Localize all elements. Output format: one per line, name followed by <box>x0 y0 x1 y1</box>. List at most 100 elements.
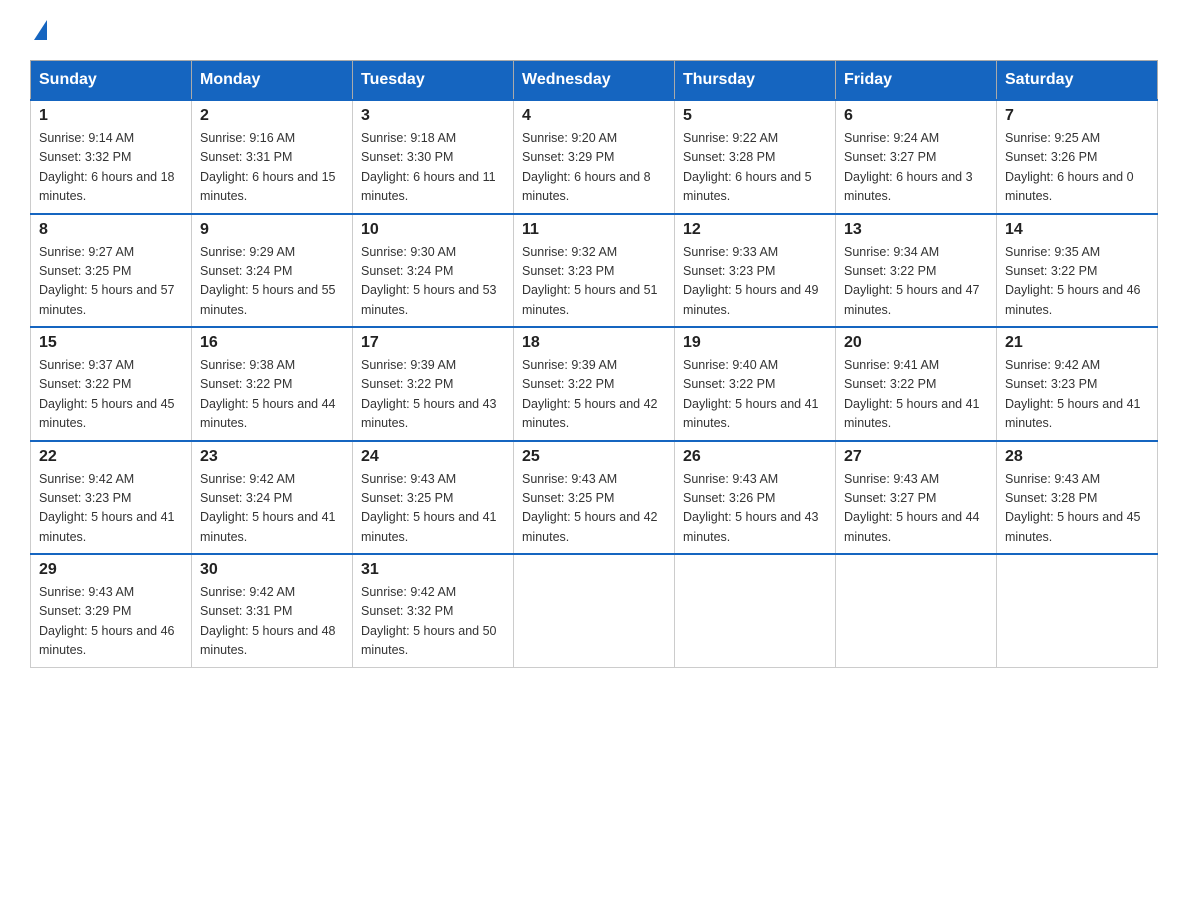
calendar-cell <box>836 554 997 667</box>
day-number: 6 <box>844 107 988 125</box>
week-row-5: 29 Sunrise: 9:43 AM Sunset: 3:29 PM Dayl… <box>31 554 1158 667</box>
day-info: Sunrise: 9:20 AM Sunset: 3:29 PM Dayligh… <box>522 129 666 207</box>
day-number: 3 <box>361 107 505 125</box>
day-number: 30 <box>200 561 344 579</box>
day-info: Sunrise: 9:43 AM Sunset: 3:29 PM Dayligh… <box>39 583 183 661</box>
week-row-1: 1 Sunrise: 9:14 AM Sunset: 3:32 PM Dayli… <box>31 100 1158 214</box>
calendar-cell <box>675 554 836 667</box>
day-info: Sunrise: 9:39 AM Sunset: 3:22 PM Dayligh… <box>522 356 666 434</box>
day-number: 31 <box>361 561 505 579</box>
day-info: Sunrise: 9:43 AM Sunset: 3:25 PM Dayligh… <box>522 470 666 548</box>
calendar-cell: 17 Sunrise: 9:39 AM Sunset: 3:22 PM Dayl… <box>353 327 514 441</box>
calendar-cell: 24 Sunrise: 9:43 AM Sunset: 3:25 PM Dayl… <box>353 441 514 555</box>
day-number: 13 <box>844 221 988 239</box>
day-info: Sunrise: 9:42 AM Sunset: 3:24 PM Dayligh… <box>200 470 344 548</box>
day-info: Sunrise: 9:43 AM Sunset: 3:28 PM Dayligh… <box>1005 470 1149 548</box>
day-info: Sunrise: 9:37 AM Sunset: 3:22 PM Dayligh… <box>39 356 183 434</box>
calendar-cell: 11 Sunrise: 9:32 AM Sunset: 3:23 PM Dayl… <box>514 214 675 328</box>
calendar-cell: 22 Sunrise: 9:42 AM Sunset: 3:23 PM Dayl… <box>31 441 192 555</box>
day-number: 10 <box>361 221 505 239</box>
day-info: Sunrise: 9:35 AM Sunset: 3:22 PM Dayligh… <box>1005 243 1149 321</box>
day-info: Sunrise: 9:43 AM Sunset: 3:27 PM Dayligh… <box>844 470 988 548</box>
calendar-table: SundayMondayTuesdayWednesdayThursdayFrid… <box>30 60 1158 668</box>
weekday-header-row: SundayMondayTuesdayWednesdayThursdayFrid… <box>31 61 1158 101</box>
day-number: 29 <box>39 561 183 579</box>
calendar-cell: 23 Sunrise: 9:42 AM Sunset: 3:24 PM Dayl… <box>192 441 353 555</box>
calendar-cell: 25 Sunrise: 9:43 AM Sunset: 3:25 PM Dayl… <box>514 441 675 555</box>
calendar-cell: 16 Sunrise: 9:38 AM Sunset: 3:22 PM Dayl… <box>192 327 353 441</box>
calendar-cell: 1 Sunrise: 9:14 AM Sunset: 3:32 PM Dayli… <box>31 100 192 214</box>
weekday-header-monday: Monday <box>192 61 353 101</box>
calendar-cell: 8 Sunrise: 9:27 AM Sunset: 3:25 PM Dayli… <box>31 214 192 328</box>
calendar-cell: 12 Sunrise: 9:33 AM Sunset: 3:23 PM Dayl… <box>675 214 836 328</box>
day-info: Sunrise: 9:40 AM Sunset: 3:22 PM Dayligh… <box>683 356 827 434</box>
day-number: 20 <box>844 334 988 352</box>
calendar-cell: 9 Sunrise: 9:29 AM Sunset: 3:24 PM Dayli… <box>192 214 353 328</box>
day-info: Sunrise: 9:42 AM Sunset: 3:31 PM Dayligh… <box>200 583 344 661</box>
calendar-cell: 5 Sunrise: 9:22 AM Sunset: 3:28 PM Dayli… <box>675 100 836 214</box>
day-number: 14 <box>1005 221 1149 239</box>
day-info: Sunrise: 9:39 AM Sunset: 3:22 PM Dayligh… <box>361 356 505 434</box>
weekday-header-tuesday: Tuesday <box>353 61 514 101</box>
calendar-cell: 3 Sunrise: 9:18 AM Sunset: 3:30 PM Dayli… <box>353 100 514 214</box>
day-number: 2 <box>200 107 344 125</box>
day-number: 9 <box>200 221 344 239</box>
day-info: Sunrise: 9:34 AM Sunset: 3:22 PM Dayligh… <box>844 243 988 321</box>
calendar-cell: 10 Sunrise: 9:30 AM Sunset: 3:24 PM Dayl… <box>353 214 514 328</box>
calendar-cell: 28 Sunrise: 9:43 AM Sunset: 3:28 PM Dayl… <box>997 441 1158 555</box>
day-number: 26 <box>683 448 827 466</box>
day-number: 25 <box>522 448 666 466</box>
calendar-cell: 30 Sunrise: 9:42 AM Sunset: 3:31 PM Dayl… <box>192 554 353 667</box>
day-info: Sunrise: 9:41 AM Sunset: 3:22 PM Dayligh… <box>844 356 988 434</box>
day-number: 11 <box>522 221 666 239</box>
day-info: Sunrise: 9:42 AM Sunset: 3:23 PM Dayligh… <box>1005 356 1149 434</box>
day-info: Sunrise: 9:33 AM Sunset: 3:23 PM Dayligh… <box>683 243 827 321</box>
page-header <box>30 20 1158 40</box>
day-info: Sunrise: 9:42 AM Sunset: 3:23 PM Dayligh… <box>39 470 183 548</box>
weekday-header-sunday: Sunday <box>31 61 192 101</box>
day-info: Sunrise: 9:27 AM Sunset: 3:25 PM Dayligh… <box>39 243 183 321</box>
day-number: 4 <box>522 107 666 125</box>
weekday-header-friday: Friday <box>836 61 997 101</box>
day-info: Sunrise: 9:43 AM Sunset: 3:25 PM Dayligh… <box>361 470 505 548</box>
day-info: Sunrise: 9:24 AM Sunset: 3:27 PM Dayligh… <box>844 129 988 207</box>
day-number: 16 <box>200 334 344 352</box>
calendar-cell: 31 Sunrise: 9:42 AM Sunset: 3:32 PM Dayl… <box>353 554 514 667</box>
day-number: 17 <box>361 334 505 352</box>
day-number: 22 <box>39 448 183 466</box>
calendar-cell: 13 Sunrise: 9:34 AM Sunset: 3:22 PM Dayl… <box>836 214 997 328</box>
day-info: Sunrise: 9:22 AM Sunset: 3:28 PM Dayligh… <box>683 129 827 207</box>
calendar-cell: 19 Sunrise: 9:40 AM Sunset: 3:22 PM Dayl… <box>675 327 836 441</box>
day-number: 12 <box>683 221 827 239</box>
day-info: Sunrise: 9:14 AM Sunset: 3:32 PM Dayligh… <box>39 129 183 207</box>
weekday-header-thursday: Thursday <box>675 61 836 101</box>
day-info: Sunrise: 9:30 AM Sunset: 3:24 PM Dayligh… <box>361 243 505 321</box>
day-info: Sunrise: 9:16 AM Sunset: 3:31 PM Dayligh… <box>200 129 344 207</box>
day-number: 1 <box>39 107 183 125</box>
calendar-cell: 20 Sunrise: 9:41 AM Sunset: 3:22 PM Dayl… <box>836 327 997 441</box>
calendar-cell: 7 Sunrise: 9:25 AM Sunset: 3:26 PM Dayli… <box>997 100 1158 214</box>
weekday-header-saturday: Saturday <box>997 61 1158 101</box>
logo-triangle-icon <box>34 20 47 40</box>
day-number: 24 <box>361 448 505 466</box>
calendar-cell: 18 Sunrise: 9:39 AM Sunset: 3:22 PM Dayl… <box>514 327 675 441</box>
day-number: 19 <box>683 334 827 352</box>
day-number: 23 <box>200 448 344 466</box>
week-row-4: 22 Sunrise: 9:42 AM Sunset: 3:23 PM Dayl… <box>31 441 1158 555</box>
calendar-cell: 15 Sunrise: 9:37 AM Sunset: 3:22 PM Dayl… <box>31 327 192 441</box>
day-number: 18 <box>522 334 666 352</box>
calendar-cell: 29 Sunrise: 9:43 AM Sunset: 3:29 PM Dayl… <box>31 554 192 667</box>
day-info: Sunrise: 9:25 AM Sunset: 3:26 PM Dayligh… <box>1005 129 1149 207</box>
calendar-cell: 21 Sunrise: 9:42 AM Sunset: 3:23 PM Dayl… <box>997 327 1158 441</box>
calendar-cell: 26 Sunrise: 9:43 AM Sunset: 3:26 PM Dayl… <box>675 441 836 555</box>
logo <box>30 20 47 40</box>
week-row-3: 15 Sunrise: 9:37 AM Sunset: 3:22 PM Dayl… <box>31 327 1158 441</box>
day-info: Sunrise: 9:43 AM Sunset: 3:26 PM Dayligh… <box>683 470 827 548</box>
weekday-header-wednesday: Wednesday <box>514 61 675 101</box>
calendar-cell: 14 Sunrise: 9:35 AM Sunset: 3:22 PM Dayl… <box>997 214 1158 328</box>
day-info: Sunrise: 9:18 AM Sunset: 3:30 PM Dayligh… <box>361 129 505 207</box>
week-row-2: 8 Sunrise: 9:27 AM Sunset: 3:25 PM Dayli… <box>31 214 1158 328</box>
calendar-cell <box>997 554 1158 667</box>
calendar-cell <box>514 554 675 667</box>
calendar-cell: 2 Sunrise: 9:16 AM Sunset: 3:31 PM Dayli… <box>192 100 353 214</box>
